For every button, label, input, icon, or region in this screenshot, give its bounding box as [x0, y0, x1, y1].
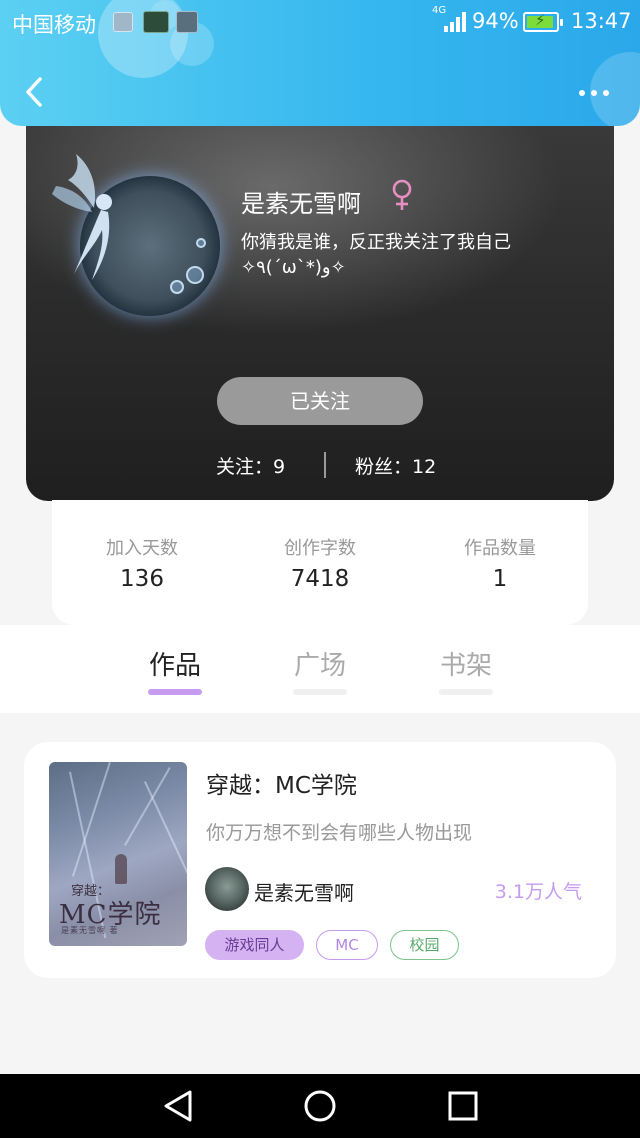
tab-bar: 作品 广场 书架 — [0, 625, 640, 713]
work-card[interactable]: 穿越： MC学院 是素无雪啊 著 穿越：MC学院 你万万想不到会有哪些人物出现 … — [24, 742, 616, 978]
following-count[interactable]: 关注：9 — [216, 452, 285, 479]
tab-plaza[interactable]: 广场 — [270, 645, 370, 695]
signal-icon — [444, 12, 468, 32]
circle-home-icon — [304, 1090, 336, 1122]
app-notification-icon — [176, 11, 198, 33]
work-description: 你万万想不到会有哪些人物出现 — [206, 822, 473, 844]
stat-works-count: 作品数量 1 — [410, 534, 590, 592]
stats-card: 加入天数 136 创作字数 7418 作品数量 1 — [52, 500, 588, 625]
tab-label: 作品 — [148, 651, 201, 681]
followed-button[interactable]: 已关注 — [217, 377, 423, 425]
stat-value: 7418 — [290, 566, 350, 592]
fairy-decoration-icon — [52, 154, 112, 280]
cover-subtitle: 是素无雪啊 著 — [61, 926, 119, 935]
square-recents-icon — [448, 1091, 478, 1121]
stat-label: 加入天数 — [106, 538, 178, 559]
chevron-left-icon — [26, 77, 42, 107]
stat-word-count: 创作字数 7418 — [230, 534, 410, 592]
cover-figure — [115, 854, 127, 884]
tab-works[interactable]: 作品 — [125, 645, 225, 695]
profile-card: 是素无雪啊 你猜我是谁，反正我关注了我自己✧٩(ˊωˋ*)و✧ 已关注 关注：9… — [26, 118, 614, 501]
username: 是素无雪啊 — [241, 190, 361, 218]
stat-value: 1 — [492, 566, 508, 592]
stat-label: 创作字数 — [284, 538, 356, 559]
tag-mc[interactable]: MC — [316, 930, 378, 960]
tab-label: 书架 — [439, 651, 492, 681]
back-button[interactable] — [20, 74, 50, 110]
carrier-name: 中国移动 — [12, 13, 96, 37]
author-avatar[interactable] — [205, 867, 249, 911]
nav-back-button[interactable] — [158, 1088, 198, 1124]
nav-recents-button[interactable] — [442, 1088, 482, 1124]
gallery-notification-icon — [113, 12, 133, 32]
follow-stats: 关注：9 粉丝：12 — [26, 450, 614, 480]
nav-home-button[interactable] — [300, 1088, 340, 1124]
tab-bookshelf[interactable]: 书架 — [416, 645, 516, 695]
stat-join-days: 加入天数 136 — [52, 534, 232, 592]
tab-label: 广场 — [293, 651, 346, 681]
app-notification-icon — [143, 11, 169, 33]
triangle-back-icon — [164, 1090, 192, 1122]
female-icon — [392, 179, 412, 210]
divider — [324, 452, 326, 478]
clock: 13:47 — [571, 9, 632, 33]
more-horizontal-icon — [579, 90, 585, 96]
battery-icon: ⚡ — [523, 11, 563, 32]
work-title[interactable]: 穿越：MC学院 — [206, 766, 357, 800]
tag-game-fanfic[interactable]: 游戏同人 — [205, 930, 304, 960]
charging-icon: ⚡ — [535, 11, 546, 29]
tab-indicator — [293, 689, 347, 695]
popularity-count: 3.1万人气 — [494, 881, 582, 903]
author-name[interactable]: 是素无雪啊 — [254, 877, 354, 906]
tag-campus[interactable]: 校园 — [390, 930, 459, 960]
stat-value: 136 — [120, 566, 164, 592]
tab-indicator — [439, 689, 493, 695]
fans-count[interactable]: 粉丝：12 — [355, 452, 436, 479]
user-bio: 你猜我是谁，反正我关注了我自己✧٩(ˊωˋ*)و✧ — [241, 232, 511, 278]
stat-label: 作品数量 — [464, 538, 536, 559]
status-bar: 中国移动 4G 94% ⚡ 13:47 — [0, 0, 640, 44]
system-nav-bar — [0, 1074, 640, 1138]
battery-percentage: 94% — [472, 9, 519, 33]
book-cover[interactable]: 穿越： MC学院 是素无雪啊 著 — [49, 762, 187, 946]
user-avatar[interactable] — [46, 146, 220, 316]
tab-indicator — [148, 689, 202, 695]
more-options-button[interactable] — [574, 82, 614, 102]
